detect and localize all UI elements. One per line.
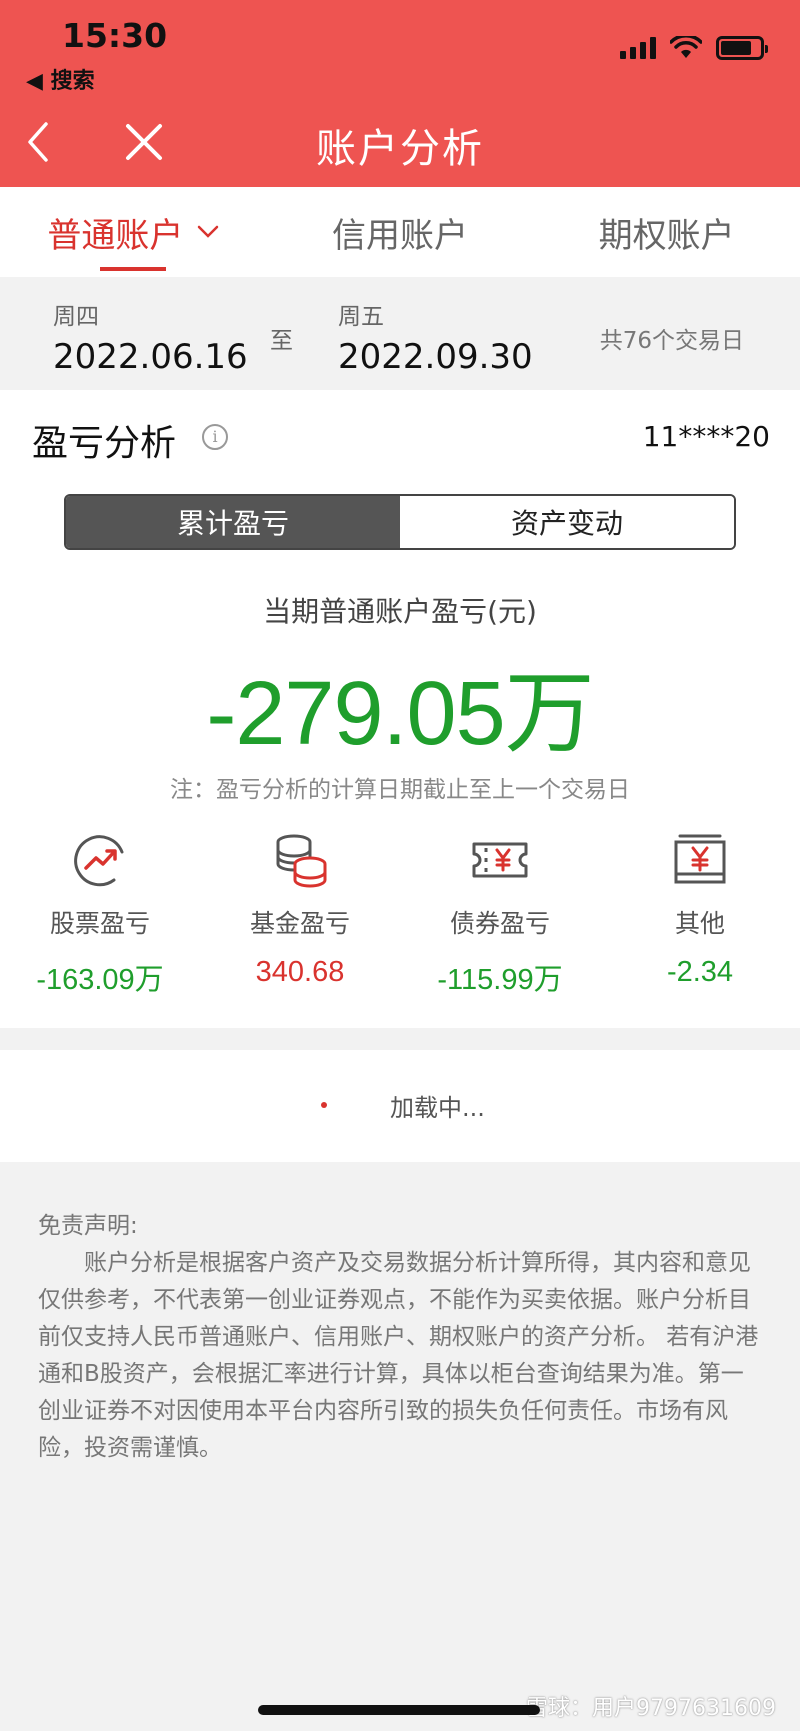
category-name: 基金盈亏 xyxy=(249,909,350,938)
category-fund[interactable]: 基金盈亏 340.68 xyxy=(200,830,400,989)
battery-icon xyxy=(716,36,768,60)
disclaimer-title: 免责声明: xyxy=(38,1213,138,1239)
trend-up-icon xyxy=(74,835,124,887)
tab-label: 信用账户 xyxy=(332,215,468,256)
pl-total-value: -279.05万 xyxy=(206,664,594,764)
end-weekday: 周五 xyxy=(338,304,384,330)
status-icons xyxy=(620,36,768,60)
pl-note: 注：盈亏分析的计算日期截止至上一个交易日 xyxy=(170,777,630,803)
segment-cumulative-pl[interactable]: 累计盈亏 xyxy=(66,496,400,548)
chevron-down-icon xyxy=(198,225,219,238)
page-title: 账户分析 xyxy=(316,126,484,172)
pl-label: 当期普通账户盈亏(元) xyxy=(263,595,537,628)
tab-options-account[interactable]: 期权账户 xyxy=(533,187,800,277)
segment-asset-change[interactable]: 资产变动 xyxy=(400,496,734,548)
category-value: -115.99万 xyxy=(437,964,563,996)
trade-days-count: 共76个交易日 xyxy=(599,328,744,354)
account-tabs: 普通账户 信用账户 期权账户 xyxy=(0,187,800,277)
tab-label: 普通账户 xyxy=(47,215,184,256)
coins-icon xyxy=(276,834,327,888)
end-date: 2022.09.30 xyxy=(338,337,533,377)
pl-analysis-card: 盈亏分析 i 11****20 累计盈亏 资产变动 当期普通账户盈亏(元) -2… xyxy=(0,390,800,1028)
date-separator: 至 xyxy=(270,328,293,354)
category-name: 债券盈亏 xyxy=(449,909,550,938)
status-time: 15:30 xyxy=(62,16,168,55)
category-value: 340.68 xyxy=(255,956,345,988)
loading-panel: 加载中... xyxy=(0,1050,800,1162)
app-header: 15:30 ◀ 搜索 账户分析 xyxy=(0,0,800,187)
account-number: 11****20 xyxy=(642,420,770,453)
start-date: 2022.06.16 xyxy=(53,337,248,377)
yen-box-icon xyxy=(674,834,726,884)
disclaimer-body: 账户分析是根据客户资产及交易数据分析计算所得，其内容和意见仅供参考，不代表第一创… xyxy=(38,1250,759,1461)
loading-text: 加载中... xyxy=(390,1094,485,1122)
tab-normal-account[interactable]: 普通账户 xyxy=(0,187,267,277)
start-date-picker[interactable]: 周四 2022.06.16 xyxy=(53,297,248,377)
wifi-icon xyxy=(670,36,702,58)
home-indicator[interactable] xyxy=(258,1705,540,1715)
watermark: 雪球：用户9797631609 xyxy=(526,1696,776,1721)
loading-spinner-icon xyxy=(321,1102,327,1108)
category-name: 股票盈亏 xyxy=(49,909,150,938)
pl-category-grid: 股票盈亏 -163.09万 基金盈亏 340.68 债券盈亏 -115.99万 xyxy=(0,830,800,1000)
segment-control: 累计盈亏 资产变动 xyxy=(64,494,736,550)
category-value: -163.09万 xyxy=(36,964,164,996)
date-range-bar: 周四 2022.06.16 至 周五 2022.09.30 共76个交易日 xyxy=(0,277,800,390)
back-to-search-link[interactable]: ◀ 搜索 xyxy=(26,63,95,95)
section-title: 盈亏分析 xyxy=(32,423,177,464)
category-name: 其他 xyxy=(674,909,725,938)
end-date-picker[interactable]: 周五 2022.09.30 xyxy=(338,297,533,377)
start-weekday: 周四 xyxy=(53,304,99,330)
category-other[interactable]: 其他 -2.34 xyxy=(600,830,800,989)
category-stock[interactable]: 股票盈亏 -163.09万 xyxy=(0,830,200,998)
category-bond[interactable]: 债券盈亏 -115.99万 xyxy=(400,830,600,998)
info-icon[interactable]: i xyxy=(202,424,228,450)
tab-credit-account[interactable]: 信用账户 xyxy=(267,187,534,277)
category-value: -2.34 xyxy=(666,956,734,988)
disclaimer: 免责声明: 账户分析是根据客户资产及交易数据分析计算所得，其内容和意见仅供参考，… xyxy=(38,1208,766,1467)
tab-label: 期权账户 xyxy=(598,215,735,256)
active-tab-indicator xyxy=(100,267,166,271)
ticket-yen-icon xyxy=(472,842,528,878)
signal-icon xyxy=(620,37,656,59)
